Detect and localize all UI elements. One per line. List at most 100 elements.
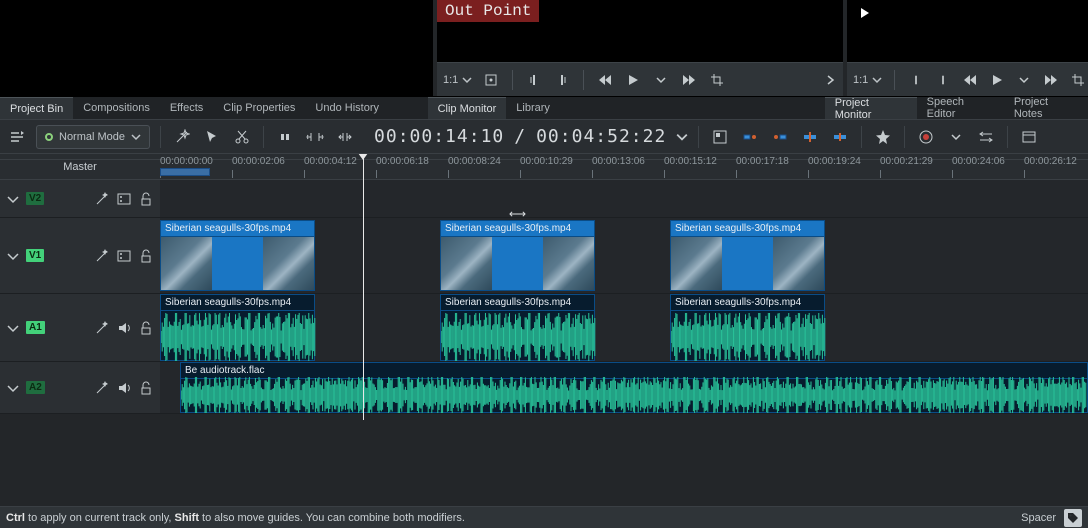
track-mute-button[interactable] <box>116 320 132 336</box>
tab-library[interactable]: Library <box>506 97 560 119</box>
preview-render-button[interactable] <box>975 126 997 148</box>
ripple-tool-button[interactable] <box>304 126 326 148</box>
source-preview <box>0 0 433 96</box>
timecode-total: 00:04:52:22 <box>536 126 666 147</box>
tab-speech-editor[interactable]: Speech Editor <box>917 97 1004 119</box>
rewind-button[interactable] <box>961 71 978 89</box>
video-clip[interactable]: Siberian seagulls-30fps.mp4 <box>160 220 315 291</box>
audio-clip[interactable]: Be audiotrack.flac <box>180 362 1088 413</box>
tab-project-monitor[interactable]: Project Monitor <box>825 97 917 119</box>
chevron-down-icon[interactable] <box>676 131 688 143</box>
track-effects-button[interactable] <box>94 191 110 207</box>
track-label-a1[interactable]: A1 <box>26 321 45 334</box>
tab-clip-properties[interactable]: Clip Properties <box>213 97 305 119</box>
track-label-a2[interactable]: A2 <box>26 381 45 394</box>
playhead-marker-icon <box>861 8 871 18</box>
ruler-tick: 00:00:02:06 <box>232 156 285 167</box>
overwrite-button[interactable] <box>799 126 821 148</box>
play-button[interactable] <box>624 71 642 89</box>
track-effects-button[interactable] <box>94 380 110 396</box>
ruler-tick: 00:00:10:29 <box>520 156 573 167</box>
tab-effects[interactable]: Effects <box>160 97 213 119</box>
play-button[interactable] <box>989 71 1006 89</box>
tab-compositions[interactable]: Compositions <box>73 97 160 119</box>
ruler-tick: 00:00:04:12 <box>304 156 357 167</box>
zone-in-button[interactable] <box>739 126 761 148</box>
collapse-track-button[interactable] <box>6 381 20 395</box>
ruler-tick: 00:00:00:00 <box>160 156 213 167</box>
track-visibility-icon[interactable] <box>116 191 132 207</box>
video-clip[interactable]: ⟷Siberian seagulls-30fps.mp4 <box>440 220 595 291</box>
collapse-track-button[interactable] <box>6 321 20 335</box>
tab-project-notes[interactable]: Project Notes <box>1004 97 1088 119</box>
ruler-tick: 00:00:08:24 <box>448 156 501 167</box>
track-lock-button[interactable] <box>138 248 154 264</box>
zone-out-button[interactable] <box>769 126 791 148</box>
play-dropdown[interactable] <box>1016 71 1033 89</box>
video-clip[interactable]: Siberian seagulls-30fps.mp4 <box>670 220 825 291</box>
razor-tool-button[interactable] <box>231 126 253 148</box>
track-lock-button[interactable] <box>138 320 154 336</box>
track-a2-body[interactable]: Be audiotrack.flac <box>160 362 1088 413</box>
clip-name: Siberian seagulls-30fps.mp4 <box>161 221 314 237</box>
timeline-playhead[interactable] <box>363 160 364 420</box>
rewind-button[interactable] <box>596 71 614 89</box>
timecode-current[interactable]: 00:00:14:10 <box>374 126 504 147</box>
track-mute-button[interactable] <box>116 380 132 396</box>
ruler-tick: 00:00:06:18 <box>376 156 429 167</box>
set-in-button[interactable] <box>525 71 543 89</box>
zoom-scale-dropdown[interactable]: 1:1 <box>853 74 882 86</box>
tab-project-bin[interactable]: Project Bin <box>0 97 73 119</box>
roll-tool-button[interactable] <box>334 126 356 148</box>
track-label-v2[interactable]: V2 <box>26 192 44 205</box>
record-dropdown[interactable] <box>945 126 967 148</box>
settings-button[interactable] <box>1018 126 1040 148</box>
clip-name: Siberian seagulls-30fps.mp4 <box>671 221 824 237</box>
set-out-button[interactable] <box>934 71 951 89</box>
track-effects-button[interactable] <box>94 320 110 336</box>
zoom-scale-dropdown[interactable]: 1:1 <box>443 74 472 86</box>
audio-clip[interactable]: Siberian seagulls-30fps.mp4 <box>160 294 315 361</box>
timeline-ruler[interactable]: 00:00:00:00 00:00:02:06 00:00:04:12 00:00:0… <box>160 154 1088 179</box>
clip-name: Siberian seagulls-30fps.mp4 <box>671 295 824 311</box>
edit-mode-dropdown[interactable]: Normal Mode <box>36 125 150 149</box>
crop-button[interactable] <box>1070 71 1087 89</box>
project-monitor-toolbar: 1:1 <box>847 62 1088 96</box>
project-monitor-preview: 1:1 <box>847 0 1088 96</box>
track-v1-body[interactable]: Siberian seagulls-30fps.mp4 ⟷Siberian sea… <box>160 218 1088 293</box>
track-visibility-icon[interactable] <box>116 248 132 264</box>
spacer-tool-button[interactable] <box>274 126 296 148</box>
crop-button[interactable] <box>708 71 726 89</box>
track-effects-button[interactable] <box>94 248 110 264</box>
magic-wand-button[interactable] <box>171 126 193 148</box>
set-out-button[interactable] <box>553 71 571 89</box>
lift-button[interactable] <box>829 126 851 148</box>
forward-button[interactable] <box>1043 71 1060 89</box>
selection-tool-button[interactable] <box>201 126 223 148</box>
track-label-v1[interactable]: V1 <box>26 249 44 262</box>
chevron-down-icon <box>872 75 882 85</box>
track-lock-button[interactable] <box>138 191 154 207</box>
resize-handle-icon[interactable]: ⟷ <box>509 207 526 221</box>
track-compositing-button[interactable] <box>6 126 28 148</box>
tab-clip-monitor[interactable]: Clip Monitor <box>428 97 507 119</box>
favorite-button[interactable] <box>872 126 894 148</box>
reset-zoom-button[interactable] <box>482 71 500 89</box>
track-v2-body[interactable] <box>160 180 1088 217</box>
track-lock-button[interactable] <box>138 380 154 396</box>
audio-clip[interactable]: Siberian seagulls-30fps.mp4 <box>670 294 825 361</box>
set-in-button[interactable] <box>907 71 924 89</box>
forward-button[interactable] <box>680 71 698 89</box>
track-a1-body[interactable]: Siberian seagulls-30fps.mp4 Siberian seag… <box>160 294 1088 361</box>
tag-button[interactable] <box>1064 509 1082 527</box>
status-bar: Ctrl to apply on current track only, Shi… <box>0 506 1088 528</box>
collapse-track-button[interactable] <box>6 249 20 263</box>
overflow-button[interactable] <box>825 74 837 86</box>
tab-undo-history[interactable]: Undo History <box>305 97 389 119</box>
record-button[interactable] <box>915 126 937 148</box>
audio-clip[interactable]: Siberian seagulls-30fps.mp4 <box>440 294 595 361</box>
clip-monitor-toolbar: 1:1 <box>437 62 843 96</box>
mixer-button[interactable] <box>709 126 731 148</box>
play-dropdown[interactable] <box>652 71 670 89</box>
collapse-track-button[interactable] <box>6 192 20 206</box>
